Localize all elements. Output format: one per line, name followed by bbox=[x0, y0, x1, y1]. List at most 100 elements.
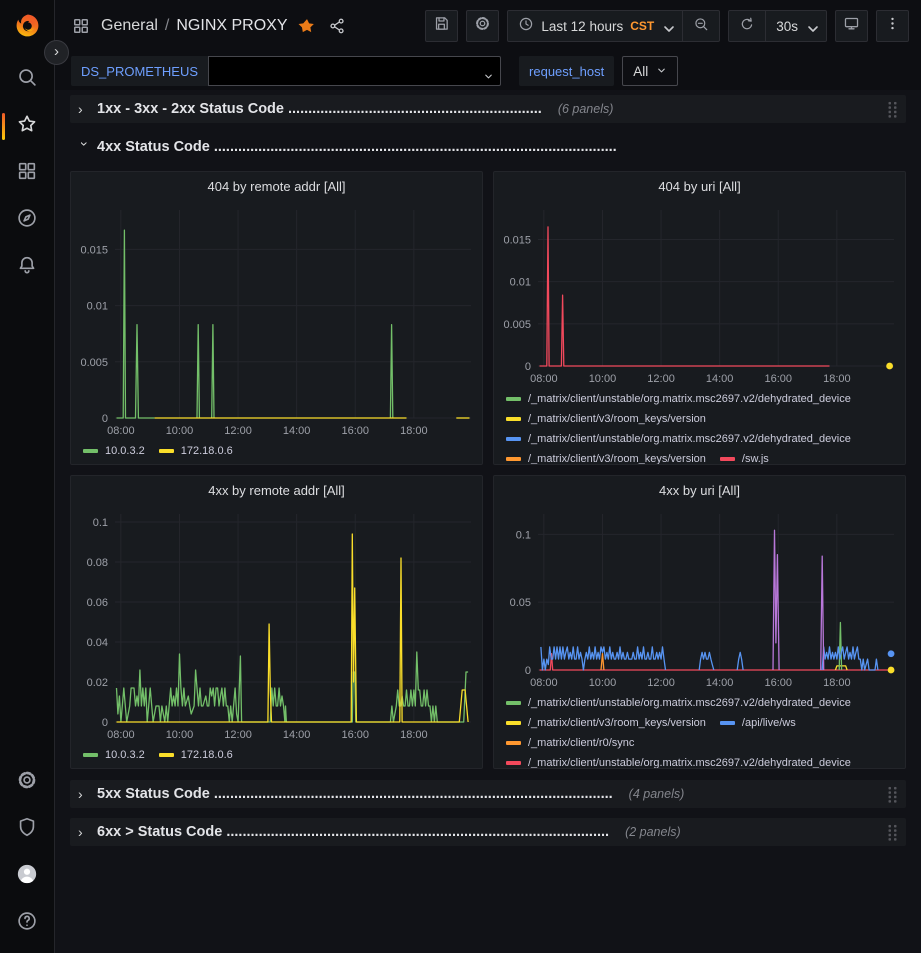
datasource-variable-select[interactable] bbox=[208, 56, 501, 86]
row-header-0[interactable]: ›1xx - 3xx - 2xx Status Code ...........… bbox=[70, 95, 906, 123]
panel-3: 4xx by uri [All]00.050.108:0010:0012:001… bbox=[493, 475, 906, 769]
chart-plot-area[interactable]: 00.050.108:0010:0012:0014:0016:0018:00 bbox=[494, 504, 905, 692]
breadcrumb-folder[interactable]: General bbox=[101, 17, 158, 35]
tv-mode-button[interactable] bbox=[835, 10, 868, 42]
legend-item[interactable]: /api/live/ws bbox=[720, 714, 796, 732]
y-axis-tick-label: 0.05 bbox=[510, 597, 531, 609]
legend-item[interactable]: 172.18.0.6 bbox=[159, 746, 233, 764]
x-axis-tick-label: 16:00 bbox=[341, 425, 369, 437]
x-axis-tick-label: 12:00 bbox=[647, 373, 675, 385]
row-drag-handle-icon[interactable] bbox=[887, 101, 898, 118]
legend-swatch-icon bbox=[506, 741, 521, 745]
panel-1: 404 by uri [All]00.0050.010.01508:0010:0… bbox=[493, 171, 906, 465]
sidebar-item-explore[interactable] bbox=[0, 197, 54, 244]
legend-item[interactable]: 172.18.0.6 bbox=[159, 442, 233, 460]
host-variable-value: All bbox=[633, 64, 648, 79]
legend-swatch-icon bbox=[83, 449, 98, 453]
y-axis-tick-label: 0.04 bbox=[87, 637, 108, 649]
legend-item[interactable]: /_matrix/client/unstable/org.matrix.msc2… bbox=[506, 430, 851, 448]
legend-label: /sw.js bbox=[742, 453, 769, 464]
refresh-interval-picker[interactable]: 30s bbox=[765, 11, 826, 41]
legend-swatch-icon bbox=[506, 417, 521, 421]
panel-title[interactable]: 404 by remote addr [All] bbox=[71, 172, 482, 200]
legend-item[interactable]: /_matrix/client/unstable/org.matrix.msc2… bbox=[506, 390, 851, 408]
x-axis-tick-label: 08:00 bbox=[530, 373, 558, 385]
row-header-3[interactable]: ›6xx > Status Code .....................… bbox=[70, 818, 906, 846]
chart-plot-area[interactable]: 00.020.040.060.080.108:0010:0012:0014:00… bbox=[71, 504, 482, 744]
panel-legend: /_matrix/client/unstable/org.matrix.msc2… bbox=[494, 388, 905, 464]
legend-item[interactable]: /_matrix/client/r0/sync bbox=[506, 734, 634, 752]
chevron-down-icon bbox=[661, 21, 672, 32]
legend-item[interactable]: /_matrix/client/v3/room_keys/version bbox=[506, 714, 706, 732]
series-point bbox=[888, 650, 895, 657]
legend-item[interactable]: /_matrix/client/unstable/org.matrix.msc2… bbox=[506, 694, 851, 712]
zoom-out-time-button[interactable] bbox=[682, 11, 719, 41]
datasource-variable-label[interactable]: DS_PROMETHEUS bbox=[71, 56, 208, 86]
variables-submenu: DS_PROMETHEUS request_host All bbox=[55, 52, 921, 90]
monitor-icon bbox=[843, 15, 860, 37]
dashboard-body: ›1xx - 3xx - 2xx Status Code ...........… bbox=[55, 90, 921, 953]
favorite-star-icon[interactable] bbox=[298, 17, 316, 35]
row-drag-handle-icon[interactable] bbox=[887, 786, 898, 803]
series-line bbox=[197, 325, 199, 418]
sidebar: › bbox=[0, 0, 55, 953]
panel-legend: /_matrix/client/unstable/org.matrix.msc2… bbox=[494, 692, 905, 768]
time-range-picker[interactable]: Last 12 hours CST bbox=[508, 11, 682, 41]
y-axis-tick-label: 0.06 bbox=[87, 597, 108, 609]
explore-icon bbox=[16, 207, 38, 234]
row-header-1[interactable]: ›4xx Status Code .......................… bbox=[70, 133, 906, 161]
timezone-label: CST bbox=[630, 19, 654, 33]
kebab-menu-button[interactable] bbox=[876, 10, 909, 42]
sidebar-item-server-admin[interactable] bbox=[0, 806, 54, 853]
chevron-down-icon: › bbox=[77, 142, 93, 156]
row-drag-handle-icon[interactable] bbox=[887, 824, 898, 841]
legend-item[interactable]: /_matrix/client/v3/room_keys/version bbox=[506, 450, 706, 464]
sidebar-item-alerting[interactable] bbox=[0, 244, 54, 291]
y-axis-tick-label: 0 bbox=[102, 413, 108, 425]
chart-plot-area[interactable]: 00.0050.010.01508:0010:0012:0014:0016:00… bbox=[71, 200, 482, 440]
row-header-2[interactable]: ›5xx Status Code .......................… bbox=[70, 780, 906, 808]
sidebar-item-settings[interactable] bbox=[0, 759, 54, 806]
gear-icon bbox=[474, 15, 491, 37]
starred-icon bbox=[16, 113, 38, 140]
y-axis-tick-label: 0.015 bbox=[503, 235, 531, 247]
panel-title[interactable]: 4xx by remote addr [All] bbox=[71, 476, 482, 504]
share-icon[interactable] bbox=[328, 17, 346, 35]
dashboard-settings-button[interactable] bbox=[466, 10, 499, 42]
host-variable-select[interactable]: All bbox=[622, 56, 678, 86]
legend-item[interactable]: /sw.js bbox=[720, 450, 769, 464]
panel-title[interactable]: 4xx by uri [All] bbox=[494, 476, 905, 504]
refresh-button[interactable] bbox=[729, 11, 765, 41]
sidebar-expand-button[interactable]: › bbox=[44, 40, 69, 65]
chevron-right-icon: › bbox=[78, 101, 92, 117]
host-variable-label[interactable]: request_host bbox=[519, 56, 614, 86]
y-axis-tick-label: 0.1 bbox=[516, 529, 531, 541]
legend-label: 10.0.3.2 bbox=[105, 749, 145, 761]
legend-label: 172.18.0.6 bbox=[181, 749, 233, 761]
panel-title[interactable]: 404 by uri [All] bbox=[494, 172, 905, 200]
sidebar-item-starred[interactable] bbox=[0, 103, 54, 150]
legend-item[interactable]: /_matrix/client/unstable/org.matrix.msc2… bbox=[506, 754, 851, 768]
series-line bbox=[699, 652, 714, 670]
sidebar-item-dashboards[interactable] bbox=[0, 150, 54, 197]
legend-item[interactable]: 10.0.3.2 bbox=[83, 442, 145, 460]
y-axis-tick-label: 0.1 bbox=[93, 517, 108, 529]
dashboard-title[interactable]: NGINX PROXY bbox=[176, 17, 287, 35]
series-line bbox=[540, 227, 830, 366]
x-axis-tick-label: 18:00 bbox=[823, 677, 851, 689]
refresh-interval-value: 30s bbox=[776, 19, 798, 34]
legend-item[interactable]: /_matrix/client/v3/room_keys/version bbox=[506, 410, 706, 428]
y-axis-tick-label: 0 bbox=[525, 665, 531, 677]
series-line bbox=[737, 652, 743, 670]
series-point bbox=[886, 363, 893, 370]
legend-label: /_matrix/client/v3/room_keys/version bbox=[528, 717, 706, 729]
legend-item[interactable]: 10.0.3.2 bbox=[83, 746, 145, 764]
x-axis-tick-label: 10:00 bbox=[166, 729, 194, 741]
sidebar-item-help[interactable] bbox=[0, 900, 54, 947]
y-axis-tick-label: 0.005 bbox=[80, 357, 108, 369]
chart-plot-area[interactable]: 00.0050.010.01508:0010:0012:0014:0016:00… bbox=[494, 200, 905, 388]
main-area: General / NGINX PROXY Last 12 hours CST bbox=[55, 0, 921, 953]
sidebar-item-search[interactable] bbox=[0, 56, 54, 103]
save-dashboard-button[interactable] bbox=[425, 10, 458, 42]
sidebar-item-profile[interactable] bbox=[0, 853, 54, 900]
